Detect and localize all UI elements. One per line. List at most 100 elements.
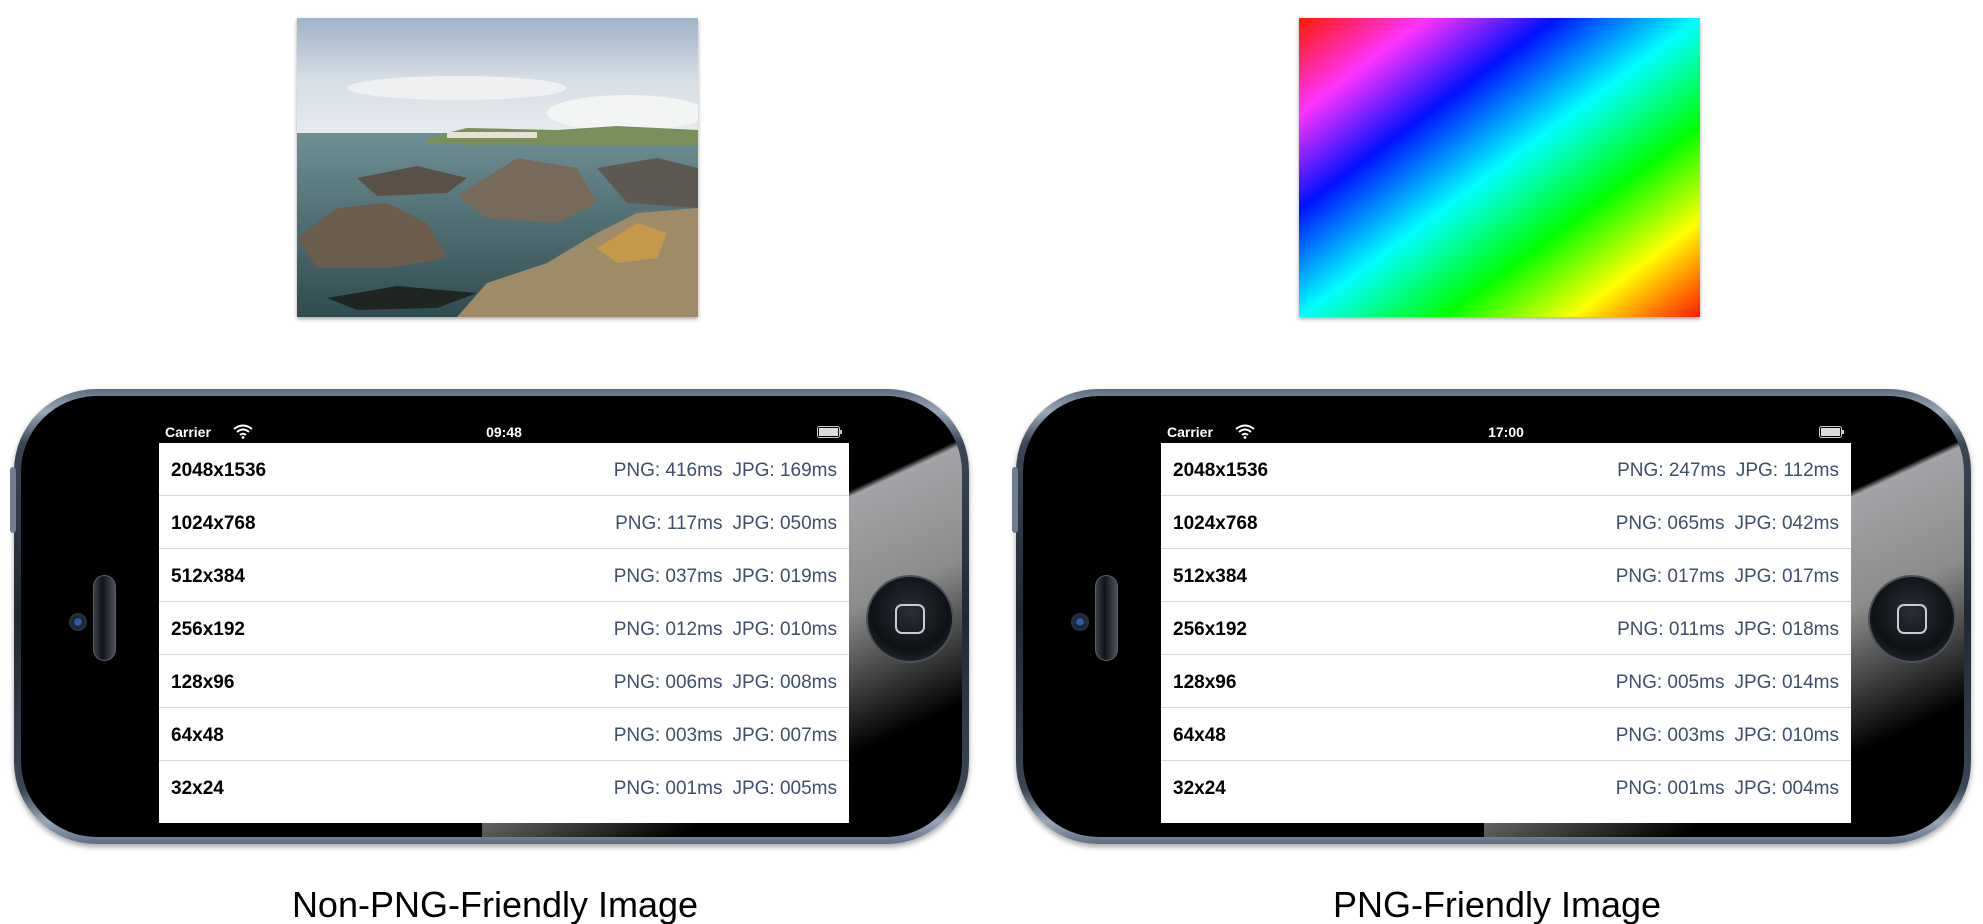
png-time: PNG: 005ms	[1615, 672, 1725, 693]
resolution-label: 2048x1536	[1173, 460, 1269, 481]
jpg-time: JPG: 112ms	[1735, 460, 1839, 481]
panel-non-png-friendly: Carrier 09:48 2048x1536 PNG: 416ms JPG: …	[0, 0, 990, 924]
timing-values: PNG: 065ms JPG: 042ms	[1616, 513, 1839, 535]
table-row[interactable]: 128x96 PNG: 006ms JPG: 008ms	[159, 655, 849, 708]
resolution-label: 512x384	[171, 566, 245, 587]
jpg-time: JPG: 007ms	[732, 725, 837, 746]
table-row[interactable]: 32x24 PNG: 001ms JPG: 005ms	[159, 761, 849, 814]
table-row[interactable]: 64x48 PNG: 003ms JPG: 010ms	[1161, 708, 1851, 761]
table-row[interactable]: 2048x1536 PNG: 247ms JPG: 112ms	[1161, 443, 1851, 496]
jpg-time: JPG: 004ms	[1734, 778, 1839, 799]
timing-values: PNG: 247ms JPG: 112ms	[1617, 460, 1839, 482]
resolution-label: 256x192	[171, 619, 245, 640]
table-row[interactable]: 1024x768 PNG: 117ms JPG: 050ms	[159, 496, 849, 549]
caption-non-png-friendly: Non-PNG-Friendly Image	[291, 884, 699, 924]
jpg-time: JPG: 018ms	[1734, 619, 1839, 640]
png-time: PNG: 011ms	[1617, 619, 1725, 640]
jpg-time: JPG: 050ms	[732, 513, 837, 534]
front-camera-icon	[1071, 613, 1089, 631]
caption-png-friendly: PNG-Friendly Image	[1332, 884, 1662, 924]
rainbow-gradient-image	[1299, 18, 1700, 317]
resolution-label: 64x48	[171, 725, 224, 746]
earpiece-speaker	[93, 575, 116, 661]
sample-gradient-image	[1299, 18, 1700, 317]
png-time: PNG: 012ms	[613, 619, 723, 640]
png-time: PNG: 247ms	[1617, 460, 1726, 481]
table-row[interactable]: 32x24 PNG: 001ms JPG: 004ms	[1161, 761, 1851, 814]
panel-png-friendly: Carrier 17:00 2048x1536 PNG: 247ms JPG: …	[1002, 0, 1983, 924]
png-time: PNG: 065ms	[1615, 513, 1725, 534]
jpg-time: JPG: 010ms	[1734, 725, 1839, 746]
timing-list: 2048x1536 PNG: 247ms JPG: 112ms 1024x768 …	[1161, 443, 1851, 814]
status-time: 17:00	[1488, 424, 1524, 440]
timing-values: PNG: 117ms JPG: 050ms	[615, 513, 837, 535]
png-time: PNG: 003ms	[1615, 725, 1725, 746]
app-screen: Carrier 09:48 2048x1536 PNG: 416ms JPG: …	[159, 421, 849, 823]
resolution-label: 1024x768	[1173, 513, 1258, 534]
iphone-landscape: Carrier 17:00 2048x1536 PNG: 247ms JPG: …	[1012, 389, 1971, 844]
jpg-time: JPG: 169ms	[732, 460, 837, 481]
timing-list: 2048x1536 PNG: 416ms JPG: 169ms 1024x768 …	[159, 443, 849, 814]
status-bar: Carrier 09:48	[159, 421, 849, 443]
table-row[interactable]: 256x192 PNG: 011ms JPG: 018ms	[1161, 602, 1851, 655]
home-square-icon	[895, 604, 925, 634]
jpg-time: JPG: 019ms	[732, 566, 837, 587]
status-bar: Carrier 17:00	[1161, 421, 1851, 443]
jpg-time: JPG: 042ms	[1734, 513, 1839, 534]
png-time: PNG: 001ms	[613, 778, 723, 799]
timing-values: PNG: 001ms JPG: 005ms	[614, 778, 837, 800]
front-camera-icon	[69, 613, 87, 631]
resolution-label: 256x192	[1173, 619, 1247, 640]
resolution-label: 128x96	[1173, 672, 1237, 693]
battery-icon	[817, 426, 842, 438]
timing-values: PNG: 003ms JPG: 007ms	[614, 725, 837, 747]
phone-face: Carrier 17:00 2048x1536 PNG: 247ms JPG: …	[1023, 396, 1964, 837]
png-time: PNG: 001ms	[1615, 778, 1725, 799]
table-row[interactable]: 512x384 PNG: 037ms JPG: 019ms	[159, 549, 849, 602]
png-time: PNG: 006ms	[613, 672, 723, 693]
timing-values: PNG: 003ms JPG: 010ms	[1616, 725, 1839, 747]
jpg-time: JPG: 010ms	[732, 619, 837, 640]
jpg-time: JPG: 017ms	[1734, 566, 1839, 587]
resolution-label: 512x384	[1173, 566, 1247, 587]
phone-face: Carrier 09:48 2048x1536 PNG: 416ms JPG: …	[21, 396, 962, 837]
jpg-time: JPG: 008ms	[732, 672, 837, 693]
jpg-time: JPG: 005ms	[732, 778, 837, 799]
jpg-time: JPG: 014ms	[1734, 672, 1839, 693]
timing-values: PNG: 416ms JPG: 169ms	[614, 460, 837, 482]
png-time: PNG: 117ms	[615, 513, 723, 534]
timing-values: PNG: 037ms JPG: 019ms	[614, 566, 837, 588]
timing-values: PNG: 012ms JPG: 010ms	[614, 619, 837, 641]
png-time: PNG: 037ms	[613, 566, 723, 587]
timing-values: PNG: 001ms JPG: 004ms	[1616, 778, 1839, 800]
battery-icon	[1819, 426, 1844, 438]
iphone-landscape: Carrier 09:48 2048x1536 PNG: 416ms JPG: …	[10, 389, 969, 844]
png-time: PNG: 017ms	[1615, 566, 1725, 587]
home-button[interactable]	[866, 575, 954, 663]
resolution-label: 64x48	[1173, 725, 1226, 746]
timing-values: PNG: 011ms JPG: 018ms	[1617, 619, 1839, 641]
sample-photo-image	[297, 18, 698, 317]
resolution-label: 2048x1536	[171, 460, 267, 481]
table-row[interactable]: 1024x768 PNG: 065ms JPG: 042ms	[1161, 496, 1851, 549]
resolution-label: 1024x768	[171, 513, 256, 534]
timing-values: PNG: 006ms JPG: 008ms	[614, 672, 837, 694]
home-square-icon	[1897, 604, 1927, 634]
table-row[interactable]: 512x384 PNG: 017ms JPG: 017ms	[1161, 549, 1851, 602]
resolution-label: 32x24	[171, 778, 224, 799]
table-row[interactable]: 2048x1536 PNG: 416ms JPG: 169ms	[159, 443, 849, 496]
volume-button	[1012, 467, 1018, 533]
resolution-label: 128x96	[171, 672, 235, 693]
volume-button	[10, 467, 16, 533]
png-time: PNG: 416ms	[613, 460, 723, 481]
table-row[interactable]: 256x192 PNG: 012ms JPG: 010ms	[159, 602, 849, 655]
png-time: PNG: 003ms	[613, 725, 723, 746]
timing-values: PNG: 017ms JPG: 017ms	[1616, 566, 1839, 588]
table-row[interactable]: 64x48 PNG: 003ms JPG: 007ms	[159, 708, 849, 761]
table-row[interactable]: 128x96 PNG: 005ms JPG: 014ms	[1161, 655, 1851, 708]
timing-values: PNG: 005ms JPG: 014ms	[1616, 672, 1839, 694]
seaside-photo	[297, 18, 698, 317]
status-time: 09:48	[486, 424, 522, 440]
home-button[interactable]	[1868, 575, 1956, 663]
app-screen: Carrier 17:00 2048x1536 PNG: 247ms JPG: …	[1161, 421, 1851, 823]
